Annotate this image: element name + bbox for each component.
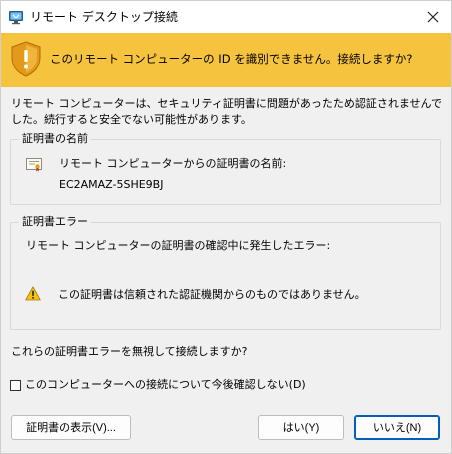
dont-ask-again-label[interactable]: このコンピューターへの接続について今後確認しない(D) xyxy=(25,377,306,393)
view-certificate-button[interactable]: 証明書の表示(V)... xyxy=(11,415,131,440)
certificate-name-label: リモート コンピューターからの証明書の名前: xyxy=(59,157,287,170)
certificate-error-intro: リモート コンピューターの証明書の確認中に発生したエラー: xyxy=(26,239,331,252)
close-icon xyxy=(427,11,439,23)
close-button[interactable] xyxy=(415,1,451,33)
dialog-window: リモート デスクトップ接続 このリモート コンピューターの ID を識別できませ… xyxy=(0,0,452,454)
warning-shield-icon xyxy=(11,41,41,77)
certificate-name-group-label: 証明書の名前 xyxy=(19,131,91,147)
title-bar: リモート デスクトップ接続 xyxy=(1,1,451,33)
certificate-name-group: 証明書の名前 リモート コンピューターからの証明書の名前: EC2AMAZ-5S… xyxy=(10,131,441,205)
confirm-question: これらの証明書エラーを無視して接続しますか? xyxy=(11,345,248,358)
dont-ask-again-checkbox[interactable] xyxy=(10,379,21,391)
remote-desktop-icon xyxy=(9,11,23,25)
certificate-name-value: EC2AMAZ-5SHE9BJ xyxy=(59,178,164,191)
warning-banner: このリモート コンピューターの ID を識別できません。接続しますか? xyxy=(1,33,451,87)
no-button[interactable]: いいえ(N) xyxy=(354,415,440,440)
warning-icon xyxy=(25,286,41,301)
banner-message: このリモート コンピューターの ID を識別できません。接続しますか? xyxy=(50,52,413,66)
window-title: リモート デスクトップ接続 xyxy=(30,10,178,24)
certificate-error-group: 証明書エラー リモート コンピューターの証明書の確認中に発生したエラー: この証… xyxy=(10,214,441,330)
certificate-error-detail: この証明書は信頼された認証機関からのものではありません。 xyxy=(58,288,366,301)
certificate-icon xyxy=(26,158,42,172)
yes-button[interactable]: はい(Y) xyxy=(258,415,344,440)
intro-message: リモート コンピューターは、セキュリティ証明書に問題があったため認証されませんで… xyxy=(11,97,442,126)
dont-ask-again-checkbox-row[interactable]: このコンピューターへの接続について今後確認しない(D) xyxy=(10,377,306,393)
certificate-error-group-label: 証明書エラー xyxy=(19,214,91,230)
